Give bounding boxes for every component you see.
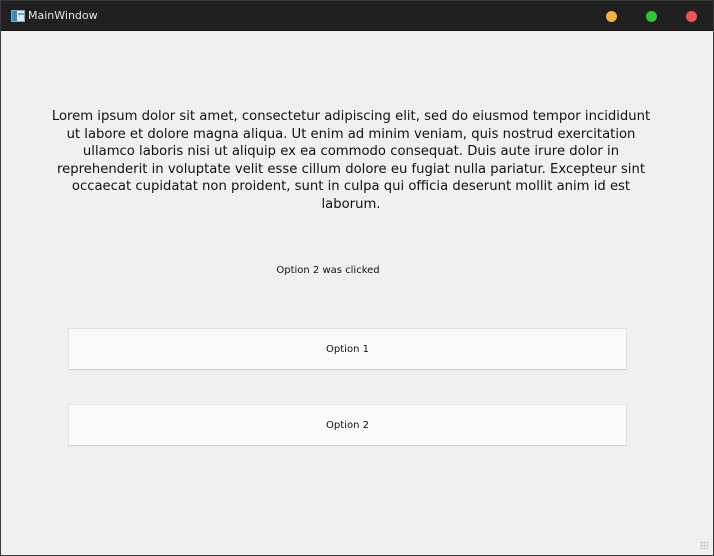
resize-grip[interactable] [700,541,708,549]
window-title: MainWindow [28,9,98,22]
minimize-icon[interactable] [606,11,617,22]
central-widget: Lorem ipsum dolor sit amet, consectetur … [5,32,711,552]
option-1-button[interactable]: Option 1 [68,328,627,370]
lorem-ipsum-text: Lorem ipsum dolor sit amet, consectetur … [51,109,651,212]
status-label: Option 2 was clicked [276,265,380,276]
title-bar[interactable]: MainWindow [1,1,713,31]
option-2-button[interactable]: Option 2 [68,404,627,446]
main-window: MainWindow Lorem ipsum dolor sit amet, c… [0,0,714,556]
maximize-icon[interactable] [646,11,657,22]
app-window-icon [11,10,25,22]
close-icon[interactable] [686,11,697,22]
